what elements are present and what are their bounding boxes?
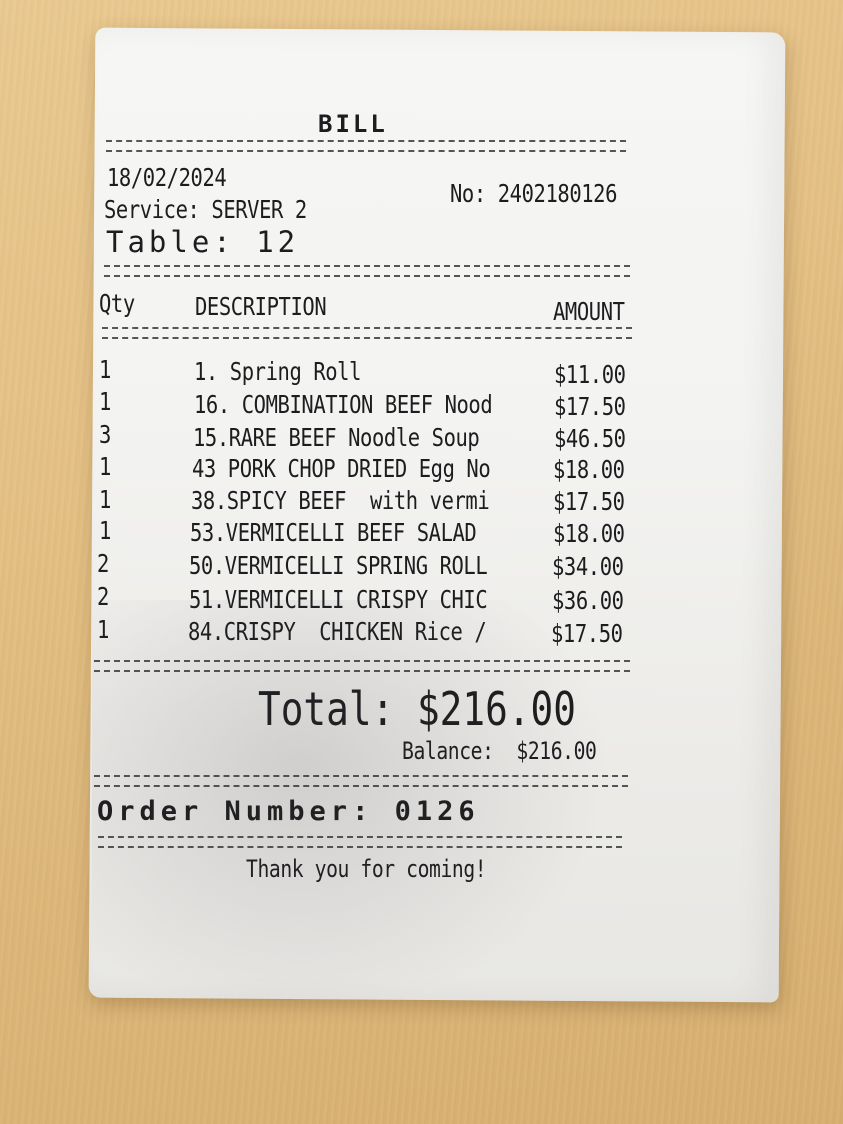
separator-line: [104, 265, 630, 277]
item-amount: $36.00: [552, 586, 624, 615]
separator-line: [94, 660, 630, 672]
item-qty: 2: [97, 549, 109, 578]
item-amount: $18.00: [553, 519, 625, 548]
item-amount: $17.50: [551, 619, 623, 648]
item-description: 38.SPICY BEEF with vermi: [191, 486, 490, 515]
balance-amount: Balance: $216.00: [402, 737, 597, 765]
item-description: 1. Spring Roll: [194, 357, 362, 386]
item-amount: $17.50: [553, 487, 625, 516]
order-number: Order Number: 0126: [97, 796, 480, 827]
item-qty: 1: [99, 516, 111, 545]
item-description: 15.RARE BEEF Noodle Soup: [193, 423, 480, 452]
item-amount: $18.00: [553, 455, 625, 484]
separator-line: [102, 327, 632, 339]
item-description: 50.VERMICELLI SPRING ROLL: [189, 551, 488, 580]
item-amount: $46.50: [554, 424, 626, 453]
item-qty: 1: [99, 387, 111, 416]
total-amount: Total: $216.00: [258, 682, 576, 736]
item-qty: 1: [97, 615, 109, 644]
receipt-title: BILL: [318, 110, 388, 138]
item-amount: $11.00: [554, 360, 626, 389]
item-qty: 1: [99, 485, 111, 514]
item-qty: 2: [97, 582, 109, 611]
item-description: 16. COMBINATION BEEF Nood: [194, 390, 493, 419]
item-amount: $17.50: [554, 392, 626, 421]
receipt-date: 18/02/2024: [107, 163, 227, 192]
separator-line: [106, 140, 626, 152]
column-header-qty: Qty: [99, 289, 135, 318]
item-description: 51.VERMICELLI CRISPY CHIC: [189, 585, 488, 614]
service-label: Service: SERVER 2: [104, 195, 307, 224]
column-header-amount: AMOUNT: [553, 297, 625, 326]
table-number: Table: 12: [106, 225, 300, 259]
item-description: 53.VERMICELLI BEEF SALAD: [190, 518, 477, 547]
item-description: 84.CRISPY CHICKEN Rice /: [188, 617, 487, 646]
column-header-description: DESCRIPTION: [195, 292, 327, 321]
separator-line: [94, 775, 628, 787]
receipt-number: No: 2402180126: [450, 179, 618, 208]
item-qty: 3: [99, 420, 111, 449]
item-qty: 1: [99, 355, 111, 384]
item-qty: 1: [99, 452, 111, 481]
item-description: 43 PORK CHOP DRIED Egg No: [192, 454, 491, 483]
separator-line: [98, 836, 622, 848]
item-amount: $34.00: [552, 552, 624, 581]
thank-you-message: Thank you for coming!: [246, 855, 487, 883]
